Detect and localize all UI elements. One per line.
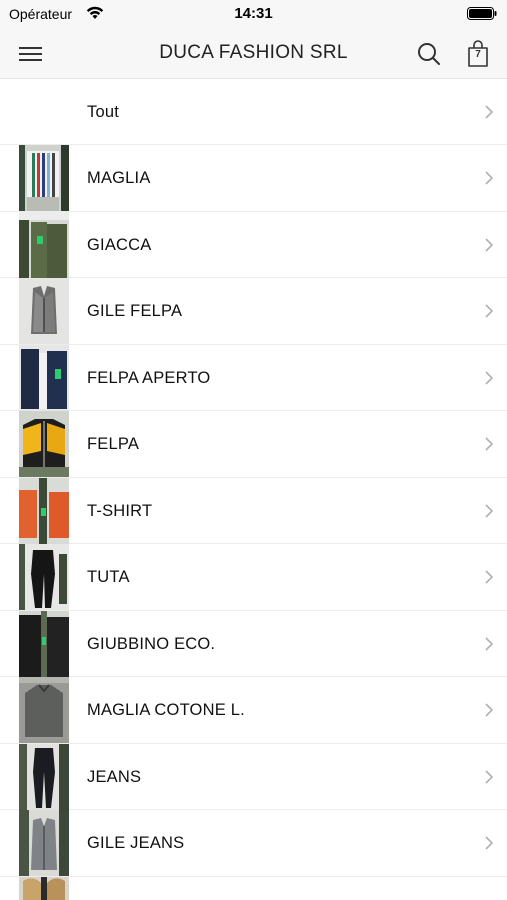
category-row-maglia-cotone[interactable]: MAGLIA COTONE L. xyxy=(0,677,507,744)
chevron-right-icon xyxy=(485,570,494,584)
category-thumbnail xyxy=(19,211,69,278)
chevron-right-icon xyxy=(485,769,494,784)
category-row-gile-felpa[interactable]: GILE FELPA xyxy=(0,278,507,345)
chevron-right-icon xyxy=(485,304,494,318)
category-label: FELPA xyxy=(87,435,140,453)
cart-count-badge: 7 xyxy=(475,49,481,60)
category-row-giubbino-eco[interactable]: GIUBBINO ECO. xyxy=(0,610,507,677)
chevron-right-icon xyxy=(485,437,494,451)
category-label: GIUBBINO ECO. xyxy=(87,634,216,653)
chevron-right-icon xyxy=(485,237,494,252)
chevron-right-icon xyxy=(485,636,494,651)
cart-button[interactable]: 7 xyxy=(466,40,490,68)
chevron-right-icon xyxy=(485,171,494,185)
chevron-right-icon xyxy=(485,105,494,119)
category-thumbnail xyxy=(19,544,69,610)
category-row-gile-jeans[interactable]: GILE JEANS xyxy=(0,810,507,877)
category-label: GIACCA xyxy=(87,235,152,254)
category-thumbnail xyxy=(19,145,69,211)
category-thumbnail xyxy=(19,344,69,411)
category-row-partial[interactable] xyxy=(0,876,507,900)
category-thumbnail xyxy=(19,477,69,544)
category-thumbnail xyxy=(19,610,69,677)
category-label: MAGLIA COTONE L. xyxy=(87,701,245,719)
category-label: TUTA xyxy=(87,568,130,586)
status-time: 14:31 xyxy=(234,5,273,22)
category-row-felpa[interactable]: FELPA xyxy=(0,411,507,478)
category-row-tuta[interactable]: TUTA xyxy=(0,544,507,611)
category-label: Tout xyxy=(87,103,119,121)
category-label: GILE FELPA xyxy=(87,302,183,320)
chevron-right-icon xyxy=(485,703,494,717)
category-row-giacca[interactable]: GIACCA xyxy=(0,211,507,278)
chevron-right-icon xyxy=(485,836,494,850)
category-thumbnail xyxy=(19,411,69,477)
category-label: JEANS xyxy=(87,767,142,786)
category-label: FELPA APERTO xyxy=(87,368,211,387)
status-bar: Opérateur 14:31 xyxy=(0,0,507,28)
category-thumbnail xyxy=(19,677,69,743)
category-label: MAGLIA xyxy=(87,169,151,187)
category-row-jeans[interactable]: JEANS xyxy=(0,743,507,810)
category-thumbnail xyxy=(19,743,69,810)
category-thumbnail xyxy=(19,876,69,900)
category-label: GILE JEANS xyxy=(87,834,185,852)
category-thumbnail xyxy=(19,810,69,876)
category-row-t-shirt[interactable]: T-SHIRT xyxy=(0,477,507,544)
category-list: Tout MAGLIA GIACCA GILE FELPA FELPA APER… xyxy=(0,79,507,900)
chevron-right-icon xyxy=(485,370,494,385)
search-icon[interactable] xyxy=(416,41,442,67)
category-row-maglia[interactable]: MAGLIA xyxy=(0,145,507,212)
category-row-felpa-aperto[interactable]: FELPA APERTO xyxy=(0,344,507,411)
battery-icon xyxy=(467,7,497,20)
category-thumbnail xyxy=(19,278,69,344)
navigation-bar: DUCA FASHION SRL 7 xyxy=(0,28,507,79)
chevron-right-icon xyxy=(485,503,494,518)
category-label: T-SHIRT xyxy=(87,501,153,520)
category-row-tout[interactable]: Tout xyxy=(0,79,507,145)
